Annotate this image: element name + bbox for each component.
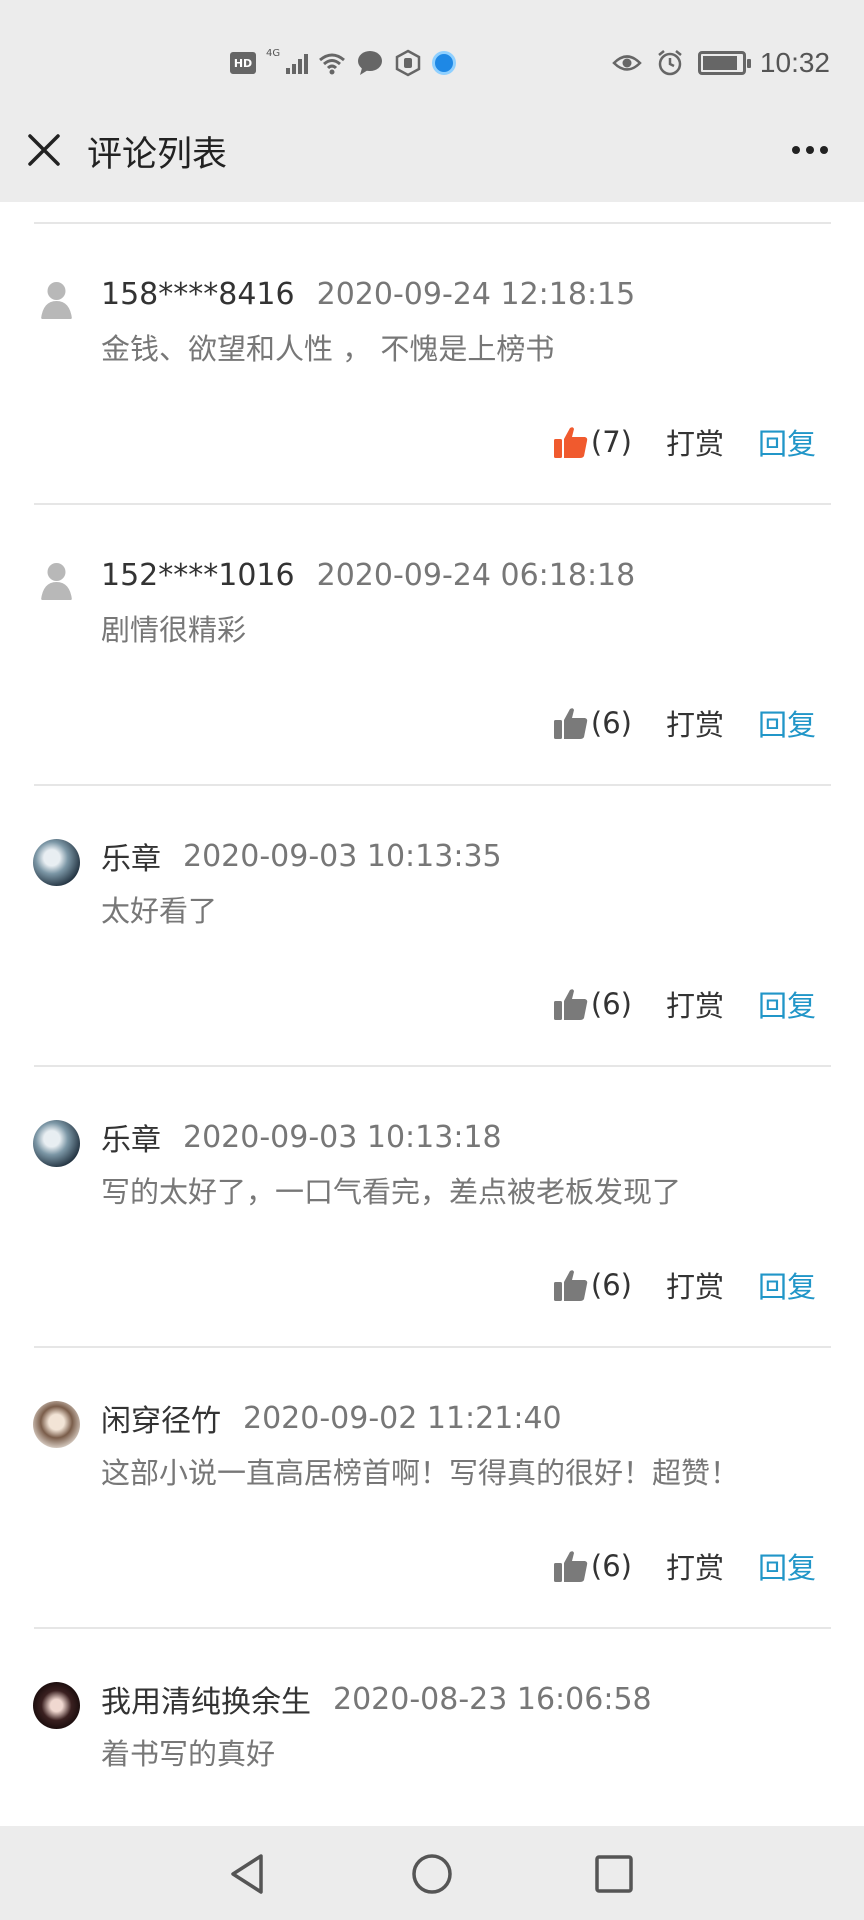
page-title: 评论列表 — [87, 134, 228, 175]
comment-text: 着书写的真好 — [101, 1737, 276, 1771]
comment-header: 158****8416 2020-09-24 12:18:15 — [101, 271, 635, 317]
thumbs-up-icon — [553, 1551, 588, 1582]
thumbs-up-icon — [553, 1270, 588, 1301]
username[interactable]: 乐章 — [101, 1115, 161, 1159]
reply-button[interactable]: 回复 — [758, 983, 816, 1025]
wifi-icon — [319, 53, 346, 75]
close-button[interactable] — [24, 130, 64, 170]
comment-text: 这部小说一直高居榜首啊！写得真的很好！超赞！ — [101, 1456, 740, 1490]
reply-button[interactable]: 回复 — [758, 1264, 816, 1306]
comment-actions: (6) 打赏 回复 — [553, 981, 816, 1027]
comment-header: 乐章 2020-09-03 10:13:18 — [101, 1114, 502, 1160]
comment-time: 2020-09-03 10:13:18 — [183, 1119, 502, 1155]
reward-button[interactable]: 打赏 — [666, 1545, 724, 1587]
hand-shield-icon — [395, 49, 421, 77]
reward-button[interactable]: 打赏 — [666, 983, 724, 1025]
avatar[interactable] — [33, 1401, 80, 1448]
comment-item: 闲穿径竹 2020-09-02 11:21:40 这部小说一直高居榜首啊！写得真… — [0, 1348, 864, 1629]
recents-button[interactable] — [586, 1846, 642, 1902]
more-options-button[interactable] — [788, 138, 832, 162]
clock: 10:32 — [759, 47, 830, 78]
comment-header: 闲穿径竹 2020-09-02 11:21:40 — [101, 1395, 562, 1441]
comment-header: 乐章 2020-09-03 10:13:35 — [101, 833, 502, 879]
avatar[interactable] — [33, 839, 80, 886]
reply-button[interactable]: 回复 — [758, 702, 816, 744]
comment-item: 152****1016 2020-09-24 06:18:18 剧情很精彩 (6… — [0, 505, 864, 786]
comment-time: 2020-09-24 12:18:15 — [316, 276, 636, 312]
default-user-icon — [41, 282, 72, 319]
username[interactable]: 闲穿径竹 — [101, 1396, 221, 1440]
comment-item: 158****8416 2020-09-24 12:18:15 金钱、欲望和人性… — [0, 224, 864, 505]
like-count: (7) — [590, 425, 632, 459]
message-icon — [358, 51, 383, 75]
like-count: (6) — [590, 706, 632, 740]
username[interactable]: 乐章 — [101, 834, 161, 878]
like-button[interactable]: (6) — [553, 706, 632, 740]
default-user-icon — [41, 563, 72, 600]
comment-item: 乐章 2020-09-03 10:13:35 太好看了 (6) 打赏 回复 — [0, 786, 864, 1067]
network-type-label: 4G — [266, 47, 281, 59]
comment-time: 2020-09-03 10:13:35 — [183, 838, 502, 874]
like-count: (6) — [590, 1549, 632, 1583]
like-button[interactable]: (7) — [553, 425, 632, 459]
like-count: (6) — [590, 987, 632, 1021]
reward-button[interactable]: 打赏 — [666, 1264, 724, 1306]
avatar[interactable] — [33, 558, 80, 605]
more-dot-icon — [792, 146, 800, 154]
comment-header: 152****1016 2020-09-24 06:18:18 — [101, 552, 635, 598]
like-button[interactable]: (6) — [553, 987, 632, 1021]
comment-header: 我用清纯换余生 2020-08-23 16:06:58 — [101, 1676, 652, 1722]
thumbs-up-icon — [553, 989, 588, 1020]
status-bar: HD 4G 10:32 — [0, 0, 864, 128]
hd-icon: HD — [230, 52, 256, 74]
status-icons-left: HD 4G — [230, 46, 457, 80]
comment-time: 2020-09-24 06:18:18 — [316, 557, 636, 593]
comment-item: 乐章 2020-09-03 10:13:18 写的太好了，一口气看完，差点被老板… — [0, 1067, 864, 1348]
like-button[interactable]: (6) — [553, 1268, 632, 1302]
thumbs-up-icon — [553, 427, 588, 458]
comment-time: 2020-08-23 16:06:58 — [333, 1681, 652, 1717]
comment-actions: (6) 打赏 回复 — [553, 700, 816, 746]
system-nav-bar — [0, 1826, 864, 1920]
username[interactable]: 158****8416 — [101, 277, 295, 312]
comment-actions: (6) 打赏 回复 — [553, 1543, 816, 1589]
title-bar: 评论列表 — [0, 128, 864, 202]
back-triangle-icon — [231, 1854, 263, 1894]
reply-button[interactable]: 回复 — [758, 421, 816, 463]
app-notification-icon — [432, 51, 457, 75]
comment-text: 剧情很精彩 — [101, 613, 247, 647]
avatar[interactable] — [33, 1682, 80, 1729]
avatar[interactable] — [33, 277, 80, 324]
comment-text: 太好看了 — [101, 894, 218, 928]
more-dot-icon — [820, 146, 828, 154]
comment-time: 2020-09-02 11:21:40 — [243, 1400, 562, 1436]
username[interactable]: 我用清纯换余生 — [101, 1677, 311, 1721]
back-button[interactable] — [219, 1846, 275, 1902]
battery-icon — [697, 51, 751, 75]
reward-button[interactable]: 打赏 — [666, 702, 724, 744]
reward-button[interactable]: 打赏 — [666, 421, 724, 463]
comment-actions: (7) 打赏 回复 — [553, 419, 816, 465]
reply-button[interactable]: 回复 — [758, 1545, 816, 1587]
status-icons-right: 10:32 — [612, 44, 830, 82]
comment-actions: (6) 打赏 回复 — [553, 1262, 816, 1308]
like-button[interactable]: (6) — [553, 1549, 632, 1583]
eye-icon — [612, 55, 642, 71]
comment-text: 金钱、欲望和人性 ， 不愧是上榜书 — [101, 332, 555, 366]
signal-icon — [286, 52, 309, 74]
thumbs-up-icon — [553, 708, 588, 739]
close-icon — [28, 134, 60, 166]
comment-list[interactable]: 158****8416 2020-09-24 12:18:15 金钱、欲望和人性… — [0, 202, 864, 1826]
more-dot-icon — [806, 146, 814, 154]
home-button[interactable] — [404, 1846, 460, 1902]
alarm-icon — [658, 50, 682, 76]
like-count: (6) — [590, 1268, 632, 1302]
recents-square-icon — [595, 1855, 633, 1893]
avatar[interactable] — [33, 1120, 80, 1167]
username[interactable]: 152****1016 — [101, 558, 295, 593]
home-circle-icon — [412, 1854, 452, 1894]
comment-item: 我用清纯换余生 2020-08-23 16:06:58 着书写的真好 — [0, 1629, 864, 1826]
comment-text: 写的太好了，一口气看完，差点被老板发现了 — [101, 1175, 682, 1209]
